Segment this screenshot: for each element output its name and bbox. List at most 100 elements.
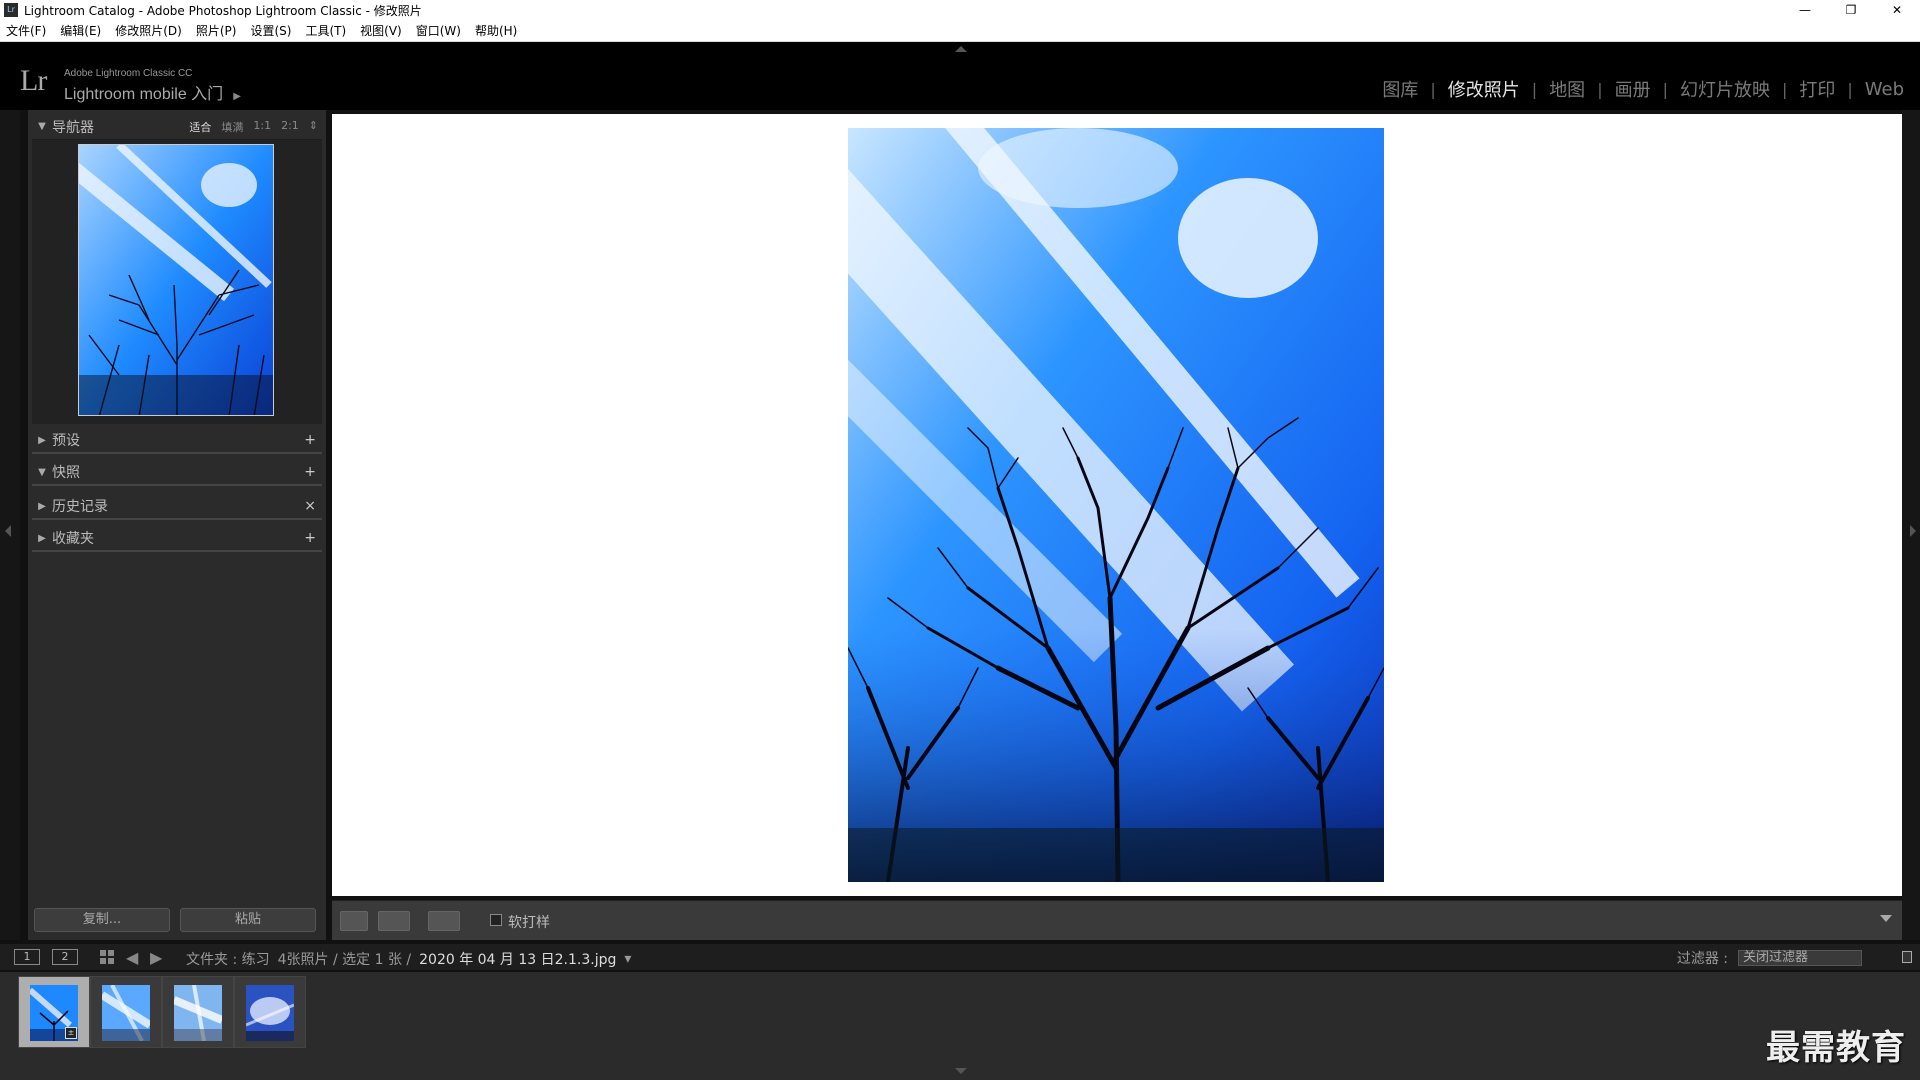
expand-triangle-right-icon: ▶ (38, 500, 46, 512)
current-filename: 2020 年 04 月 13 日2.1.3.jpg (419, 952, 617, 968)
module-separator: | (1430, 79, 1436, 99)
before-after-lr-button[interactable] (378, 911, 410, 931)
zoom-fill-option[interactable]: 填满 (221, 119, 243, 135)
presets-title: 预设 (52, 433, 80, 449)
primary-display-button[interactable]: 1 (14, 949, 40, 965)
menu-help[interactable]: 帮助(H) (475, 22, 517, 39)
zoom-2-1-option[interactable]: 2:1 (281, 119, 299, 135)
module-library[interactable]: 图库 (1382, 76, 1418, 102)
add-collection-icon[interactable]: + (304, 530, 316, 546)
toolbar-menu-chevron-icon[interactable] (1880, 915, 1892, 922)
navigator-header[interactable]: ▼ 导航器 适合 填满 1:1 2:1 ⇕ (32, 114, 322, 140)
left-panel-buttons: 复制... 粘贴 (28, 900, 326, 940)
module-print[interactable]: 打印 (1799, 76, 1835, 102)
minimize-button[interactable]: — (1782, 0, 1828, 20)
filmstrip: ± (0, 972, 1920, 1080)
presets-header[interactable]: ▶ 预设 + (32, 428, 322, 454)
paste-settings-button[interactable]: 粘贴 (180, 908, 316, 932)
thumb-image (246, 985, 294, 1041)
menu-photo[interactable]: 照片(P) (196, 22, 237, 39)
menu-develop[interactable]: 修改照片(D) (115, 22, 182, 39)
loupe-view-button[interactable] (340, 911, 368, 931)
menu-edit[interactable]: 编辑(E) (60, 22, 101, 39)
right-panel-edge[interactable] (1902, 110, 1920, 940)
main-photo-image (848, 128, 1384, 882)
menu-view[interactable]: 视图(V) (360, 22, 402, 39)
module-slideshow[interactable]: 幻灯片放映 (1680, 76, 1770, 102)
menu-file[interactable]: 文件(F) (6, 22, 46, 39)
photo-count: 4张照片 / 选定 1 张 / (277, 952, 412, 968)
module-separator: | (1531, 79, 1538, 99)
develop-adjusted-badge-icon: ± (65, 1027, 77, 1039)
module-separator: | (1662, 79, 1668, 99)
main-photo[interactable] (848, 128, 1384, 882)
filmstrip-source-info[interactable]: 文件夹 : 练习 4张照片 / 选定 1 张 / 2020 年 04 月 13 … (186, 949, 631, 969)
navigator-image (79, 145, 273, 415)
history-title: 历史记录 (52, 499, 108, 515)
top-panel-toggle-icon[interactable] (955, 46, 967, 52)
lightroom-mobile-link[interactable]: Lightroom mobile 入门 ▶ (64, 80, 241, 104)
zoom-stepper-icon[interactable]: ⇕ (309, 119, 318, 135)
module-book[interactable]: 画册 (1615, 76, 1651, 102)
expand-right-arrow-icon[interactable] (1910, 525, 1916, 537)
module-develop[interactable]: 修改照片 (1448, 76, 1520, 102)
secondary-display-button[interactable]: 2 (52, 949, 78, 965)
close-button[interactable]: ✕ (1874, 0, 1920, 20)
window-controls: — ❐ ✕ (1782, 0, 1920, 20)
navigator-title: 导航器 (52, 119, 94, 136)
zoom-1-1-option[interactable]: 1:1 (253, 119, 271, 135)
filter-lock-icon[interactable] (1902, 951, 1912, 963)
module-map[interactable]: 地图 (1549, 76, 1585, 102)
add-snapshot-icon[interactable]: + (304, 464, 316, 480)
collections-header[interactable]: ▶ 收藏夹 + (32, 526, 322, 552)
filmstrip-thumb[interactable]: ± (18, 976, 90, 1048)
bottom-panel-toggle-icon[interactable] (955, 1068, 967, 1074)
copy-settings-button[interactable]: 复制... (34, 908, 170, 932)
navigator-thumbnail[interactable] (78, 144, 274, 416)
menu-tools[interactable]: 工具(T) (305, 22, 346, 39)
add-preset-icon[interactable]: + (304, 432, 316, 448)
left-panel-edge[interactable] (0, 110, 20, 940)
snapshots-title: 快照 (52, 465, 80, 481)
lightroom-mobile-label: Lightroom mobile 入门 (64, 86, 224, 103)
grid-view-icon[interactable] (100, 950, 114, 964)
module-separator: | (1597, 79, 1603, 99)
back-arrow-icon[interactable]: ◀ (126, 948, 138, 967)
watermark-logo: 最需教育 (1766, 1028, 1906, 1068)
filename-dropdown-icon[interactable]: ▾ (624, 951, 631, 967)
left-panel: ▼ 导航器 适合 填满 1:1 2:1 ⇕ ▶ 预设 + ▼ 快照 + ▶ 历史… (28, 110, 326, 940)
thumb-image (102, 985, 150, 1041)
filmstrip-thumb[interactable] (90, 976, 162, 1048)
navigator-zoom-options: 适合 填满 1:1 2:1 ⇕ (189, 119, 318, 135)
filmstrip-thumb[interactable] (234, 976, 306, 1048)
module-picker: 图库 | 修改照片 | 地图 | 画册 | 幻灯片放映 | 打印 | Web (1382, 76, 1904, 102)
clear-history-icon[interactable]: × (304, 498, 316, 514)
before-after-tb-button[interactable] (428, 911, 460, 931)
identity-plate-bar: Lr Adobe Lightroom Classic CC Lightroom … (0, 42, 1920, 110)
filter-group: 过滤器 : 关闭过滤器 (1677, 948, 1862, 968)
module-separator: | (1847, 79, 1853, 99)
lightroom-app-icon: Lr (4, 3, 18, 17)
soft-proof-label: 软打样 (508, 915, 550, 931)
snapshots-header[interactable]: ▼ 快照 + (32, 460, 322, 486)
develop-canvas[interactable] (332, 114, 1902, 896)
history-header[interactable]: ▶ 历史记录 × (32, 494, 322, 520)
play-triangle-icon: ▶ (233, 91, 241, 102)
menu-bar: 文件(F) 编辑(E) 修改照片(D) 照片(P) 设置(S) 工具(T) 视图… (0, 20, 1920, 42)
menu-window[interactable]: 窗口(W) (416, 22, 461, 39)
filter-select[interactable]: 关闭过滤器 (1738, 950, 1862, 966)
forward-arrow-icon[interactable]: ▶ (150, 948, 162, 967)
soft-proof-checkbox[interactable] (490, 914, 502, 926)
filter-label: 过滤器 : (1676, 951, 1728, 967)
filmstrip-bar: 1 2 ◀ ▶ 文件夹 : 练习 4张照片 / 选定 1 张 / 2020 年 … (0, 944, 1920, 970)
expand-triangle-down-icon: ▼ (38, 121, 46, 132)
restore-button[interactable]: ❐ (1828, 0, 1874, 20)
module-web[interactable]: Web (1865, 79, 1904, 100)
expand-triangle-right-icon: ▶ (38, 434, 46, 446)
collapse-left-arrow-icon[interactable] (5, 525, 11, 537)
filmstrip-thumb[interactable] (162, 976, 234, 1048)
window-title: Lightroom Catalog - Adobe Photoshop Ligh… (24, 3, 422, 18)
menu-settings[interactable]: 设置(S) (250, 22, 291, 39)
zoom-fit-option[interactable]: 适合 (189, 119, 211, 135)
expand-triangle-right-icon: ▶ (38, 532, 46, 544)
